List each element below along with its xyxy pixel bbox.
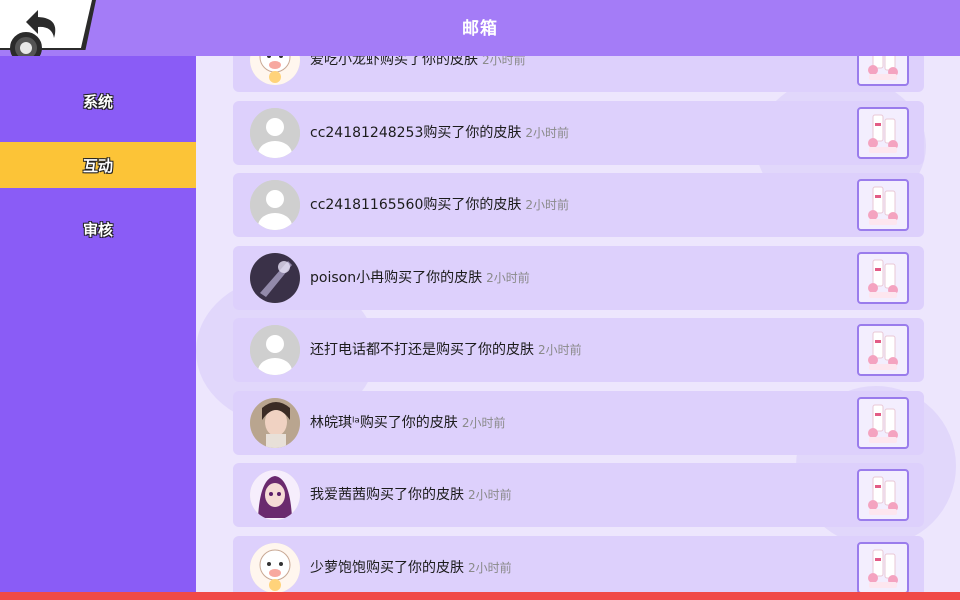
list-item[interactable]: cc24181248253购买了你的皮肤 2小时前 bbox=[233, 100, 924, 165]
sidebar-item-interaction[interactable]: 互动 bbox=[0, 142, 196, 188]
avatar[interactable] bbox=[250, 542, 300, 592]
avatar[interactable] bbox=[250, 56, 300, 85]
message-text: cc24181248253购买了你的皮肤 2小时前 bbox=[310, 122, 569, 142]
message-user: 我爱茜茜 bbox=[310, 487, 366, 503]
message-action: 购买了你的皮肤 bbox=[380, 56, 478, 68]
skin-thumbnail-icon[interactable] bbox=[857, 396, 909, 449]
message-action: 购买了你的皮肤 bbox=[359, 414, 458, 431]
message-user: cc24181165560 bbox=[310, 197, 424, 213]
skin-thumbnail-icon[interactable] bbox=[857, 469, 909, 521]
message-user: 爱吃小龙虾 bbox=[310, 56, 380, 68]
message-time: 2小时前 bbox=[468, 488, 512, 502]
sidebar: 系统 互动 审核 bbox=[0, 56, 196, 592]
avatar[interactable] bbox=[250, 107, 300, 158]
skin-thumbnail-icon[interactable] bbox=[857, 324, 909, 376]
list-item[interactable]: 还打电话都不打还是购买了你的皮肤 2小时前 bbox=[233, 318, 924, 382]
avatar[interactable] bbox=[250, 397, 300, 448]
message-list: 爱吃小龙虾购买了你的皮肤 2小时前 cc24181248253购买了你的皮肤 2小时前… bbox=[233, 56, 924, 592]
list-item[interactable]: 林皖琪ˡᵃ购买了你的皮肤 2小时前 bbox=[233, 390, 924, 455]
list-item[interactable]: poison小冉购买了你的皮肤 2小时前 bbox=[233, 245, 924, 310]
avatar[interactable] bbox=[250, 252, 300, 303]
message-action: 购买了你的皮肤 bbox=[436, 342, 534, 358]
sidebar-item-system[interactable]: 系统 bbox=[0, 78, 196, 124]
skin-thumbnail-icon[interactable] bbox=[857, 179, 909, 231]
list-item[interactable]: 我爱茜茜购买了你的皮肤 2小时前 bbox=[233, 463, 924, 527]
skin-thumbnail-icon[interactable] bbox=[857, 56, 909, 86]
message-text: 还打电话都不打还是购买了你的皮肤 2小时前 bbox=[310, 339, 582, 359]
message-text: 林皖琪ˡᵃ购买了你的皮肤 2小时前 bbox=[310, 412, 505, 432]
skin-thumbnail-icon[interactable] bbox=[857, 541, 909, 592]
message-text: 爱吃小龙虾购买了你的皮肤 2小时前 bbox=[310, 56, 526, 69]
message-time: 2小时前 bbox=[468, 560, 512, 575]
message-time: 2小时前 bbox=[525, 198, 570, 212]
sidebar-item-label: 审核 bbox=[82, 220, 113, 239]
message-user: 还打电话都不打还是 bbox=[310, 342, 436, 358]
message-text: cc24181165560购买了你的皮肤 2小时前 bbox=[310, 194, 569, 214]
list-item[interactable]: 爱吃小龙虾购买了你的皮肤 2小时前 bbox=[233, 56, 924, 92]
message-user: poison小冉 bbox=[310, 269, 385, 286]
message-text: 少萝饱饱购买了你的皮肤 2小时前 bbox=[310, 557, 512, 577]
avatar[interactable] bbox=[250, 470, 300, 520]
page-title: 邮箱 bbox=[462, 19, 498, 39]
sidebar-item-label: 互动 bbox=[82, 156, 113, 175]
message-text: 我爱茜茜购买了你的皮肤 2小时前 bbox=[310, 484, 512, 504]
message-list-area[interactable]: 爱吃小龙虾购买了你的皮肤 2小时前 cc24181248253购买了你的皮肤 2小时前… bbox=[196, 56, 960, 592]
message-time: 2小时前 bbox=[525, 125, 570, 140]
message-action: 购买了你的皮肤 bbox=[384, 269, 483, 286]
message-action: 购买了你的皮肤 bbox=[366, 559, 464, 576]
message-action: 购买了你的皮肤 bbox=[423, 124, 522, 141]
skin-thumbnail-icon[interactable] bbox=[857, 106, 909, 159]
message-action: 购买了你的皮肤 bbox=[366, 487, 464, 503]
message-time: 2小时前 bbox=[538, 343, 582, 357]
bottom-bar bbox=[0, 592, 960, 600]
message-time: 2小时前 bbox=[486, 270, 530, 285]
message-user: 少萝饱饱 bbox=[310, 559, 366, 576]
header-bar: 邮箱 bbox=[0, 0, 960, 64]
avatar[interactable] bbox=[250, 325, 300, 375]
message-user: 林皖琪ˡᵃ bbox=[310, 414, 360, 431]
message-time: 2小时前 bbox=[461, 415, 506, 430]
sidebar-item-label: 系统 bbox=[82, 92, 113, 111]
message-action: 购买了你的皮肤 bbox=[423, 197, 522, 213]
message-user: cc24181248253 bbox=[310, 124, 424, 141]
message-text: poison小冉购买了你的皮肤 2小时前 bbox=[310, 267, 530, 287]
avatar[interactable] bbox=[250, 180, 300, 230]
skin-thumbnail-icon[interactable] bbox=[857, 251, 909, 304]
list-item[interactable]: 少萝饱饱购买了你的皮肤 2小时前 bbox=[233, 535, 924, 592]
list-item[interactable]: cc24181165560购买了你的皮肤 2小时前 bbox=[233, 173, 924, 237]
message-time: 2小时前 bbox=[482, 56, 526, 67]
sidebar-item-review[interactable]: 审核 bbox=[0, 206, 196, 252]
